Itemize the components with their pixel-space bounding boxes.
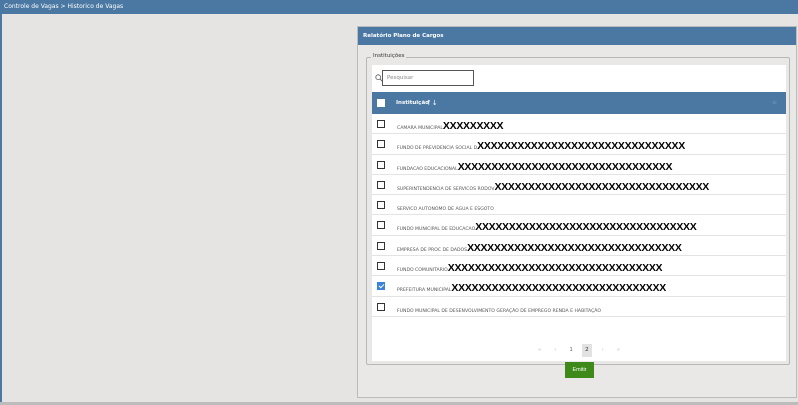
- prev-page-button[interactable]: ‹: [550, 344, 560, 357]
- table-row[interactable]: FUNDO MUNICIPAL DE EDUCACAOXXXXXXXXXXXXX…: [372, 215, 786, 236]
- row-checkbox[interactable]: [377, 160, 385, 169]
- first-page-button[interactable]: «: [535, 344, 545, 357]
- institution-name: FUNDO COMUNITARIO: [397, 268, 448, 274]
- row-checkbox[interactable]: [377, 180, 385, 189]
- institution-name: FUNDACAO EDUCACIONAL: [397, 166, 458, 172]
- institution-name: PREFEITURA MUNICIPAL: [397, 288, 452, 294]
- redacted-text: XXXXXXXXXXXXXXXXXXXXXXXXXXXXXXXX: [494, 180, 710, 193]
- table-row[interactable]: PREFEITURA MUNICIPALXXXXXXXXXXXXXXXXXXXX…: [372, 276, 786, 297]
- institutions-table-container: Instituição ↑↓ ≡ CAMARA MUNICIPALXXXXXXX…: [372, 65, 786, 361]
- row-checkbox[interactable]: [377, 241, 385, 250]
- row-checkbox[interactable]: [377, 140, 385, 149]
- search-input[interactable]: [382, 70, 474, 86]
- row-checkbox[interactable]: [377, 221, 385, 230]
- topbar: Controle de Vagas > Historico de Vagas: [0, 0, 798, 14]
- redacted-text: XXXXXXXXXXXXXXXXXXXXXXXXXXXXXXXX: [457, 160, 673, 173]
- redacted-text: XXXXXXXXXXXXXXXXXXXXXXXXXXXXXXX: [477, 140, 685, 153]
- institution-name: SERVICO AUTONOMO DE AGUA E ESGOTO: [397, 207, 494, 213]
- row-label: SERVICO AUTONOMO DE AGUA E ESGOTO: [397, 195, 494, 215]
- row-checkbox[interactable]: [377, 120, 385, 128]
- row-checkbox[interactable]: [377, 282, 385, 291]
- institution-name: FUNDO MUNICIPAL DE DESENVOLVIMENTO GERAÇ…: [397, 308, 601, 314]
- table-row[interactable]: FUNDO COMUNITARIOXXXXXXXXXXXXXXXXXXXXXXX…: [372, 256, 786, 277]
- row-label: FUNDO MUNICIPAL DE DESENVOLVIMENTO GERAÇ…: [397, 297, 601, 317]
- search-row: [372, 65, 786, 92]
- emit-button[interactable]: Emitir: [565, 362, 594, 378]
- row-checkbox[interactable]: [377, 201, 385, 210]
- panel-title: Relatório Plano de Cargos: [363, 33, 444, 39]
- table-row[interactable]: FUNDACAO EDUCACIONALXXXXXXXXXXXXXXXXXXXX…: [372, 155, 786, 175]
- institution-name: CAMARA MUNICIPAL: [397, 126, 443, 131]
- redacted-text: XXXXXXXXXXXXXXXXXXXXXXXXXXXXXXXXX: [475, 221, 697, 234]
- redacted-text: XXXXXXXXXXXXXXXXXXXXXXXXXXXXXXXX: [447, 262, 663, 275]
- table-row[interactable]: EMPRESA DE PROC DE DADOSXXXXXXXXXXXXXXXX…: [372, 236, 786, 257]
- institutions-fieldset: Instituições Instituição ↑↓ ≡ CAMARA MUN…: [366, 53, 790, 365]
- redacted-text: XXXXXXXXXXXXXXXXXXXXXXXXXXXXXXXX: [451, 282, 666, 295]
- left-border: [0, 14, 2, 405]
- fieldset-legend: Instituições: [371, 53, 407, 59]
- row-label: FUNDO COMUNITARIOXXXXXXXXXXXXXXXXXXXXXXX…: [397, 256, 663, 276]
- table-body: CAMARA MUNICIPALXXXXXXXXX FUNDO DE PREVID…: [372, 114, 786, 317]
- last-page-button[interactable]: »: [613, 344, 623, 357]
- institution-name: SUPERINTENDENCIA DE SERVICOS RODOV: [397, 186, 495, 192]
- table-row[interactable]: FUNDO DE PREVIDENCIA SOCIAL DXXXXXXXXXXX…: [372, 134, 786, 155]
- row-label: FUNDO DE PREVIDENCIA SOCIAL DXXXXXXXXXXX…: [397, 134, 685, 154]
- table-header: Instituição ↑↓ ≡: [372, 92, 786, 114]
- panel-header: Relatório Plano de Cargos: [358, 27, 796, 45]
- row-label: FUNDACAO EDUCACIONALXXXXXXXXXXXXXXXXXXXX…: [397, 155, 673, 175]
- row-checkbox[interactable]: [377, 262, 385, 271]
- column-menu-icon[interactable]: ≡: [772, 92, 777, 114]
- row-label: FUNDO MUNICIPAL DE EDUCACAOXXXXXXXXXXXXX…: [397, 215, 697, 235]
- redacted-text: XXXXXXXXXXXXXXXXXXXXXXXXXXXXXXXX: [467, 241, 682, 254]
- institution-name: FUNDO MUNICIPAL DE EDUCACAO: [397, 227, 476, 233]
- sort-icon[interactable]: ↑↓: [426, 98, 438, 108]
- page-button-1[interactable]: 1: [566, 344, 576, 357]
- table-row[interactable]: FUNDO MUNICIPAL DE DESENVOLVIMENTO GERAÇ…: [372, 297, 786, 317]
- row-label: PREFEITURA MUNICIPALXXXXXXXXXXXXXXXXXXXX…: [397, 276, 666, 296]
- institution-name: EMPRESA DE PROC DE DADOS: [397, 247, 468, 253]
- column-header-institution[interactable]: Instituição: [396, 92, 429, 114]
- page-button-2[interactable]: 2: [581, 344, 592, 357]
- report-panel: Relatório Plano de Cargos Instituições I…: [357, 26, 797, 398]
- institution-name: FUNDO DE PREVIDENCIA SOCIAL D: [397, 146, 478, 152]
- table-row[interactable]: CAMARA MUNICIPALXXXXXXXXX: [372, 114, 786, 135]
- row-label: CAMARA MUNICIPALXXXXXXXXX: [397, 114, 504, 134]
- pagination: « ‹ 1 2 › »: [372, 344, 786, 360]
- breadcrumb: Controle de Vagas > Historico de Vagas: [4, 3, 124, 10]
- table-row[interactable]: SUPERINTENDENCIA DE SERVICOS RODOVXXXXXX…: [372, 175, 786, 196]
- row-checkbox[interactable]: [377, 302, 385, 311]
- next-page-button[interactable]: ›: [598, 344, 608, 357]
- redacted-text: XXXXXXXXX: [442, 120, 504, 132]
- select-all-checkbox[interactable]: [377, 99, 385, 107]
- table-row[interactable]: SERVICO AUTONOMO DE AGUA E ESGOTO: [372, 195, 786, 216]
- row-label: EMPRESA DE PROC DE DADOSXXXXXXXXXXXXXXXX…: [397, 236, 682, 256]
- row-label: SUPERINTENDENCIA DE SERVICOS RODOVXXXXXX…: [397, 175, 709, 195]
